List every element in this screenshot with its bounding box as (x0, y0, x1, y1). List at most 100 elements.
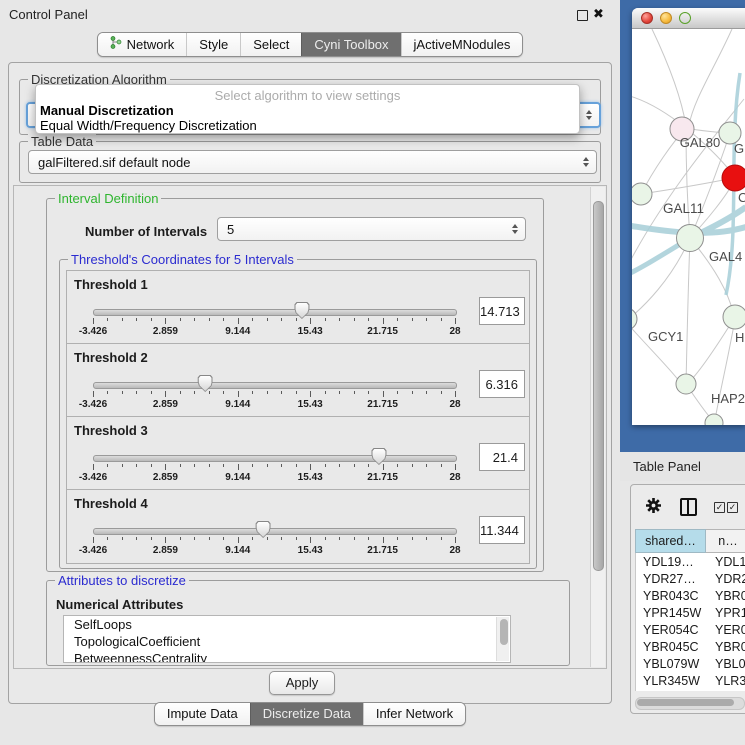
tab-label: Network (127, 37, 175, 52)
cell-shared-name[interactable]: YBR045C (636, 640, 709, 654)
float-window-icon[interactable] (577, 10, 588, 21)
dropdown-option-equal-width-frequency[interactable]: Equal Width/Frequency Discretization (40, 118, 257, 133)
slider-track[interactable] (93, 528, 457, 535)
tab-label: Style (199, 37, 228, 52)
network-window-titlebar[interactable] (632, 8, 745, 29)
slider-track[interactable] (93, 382, 457, 389)
node-gal11[interactable] (632, 183, 652, 205)
cell-name[interactable]: YBR0… (709, 640, 745, 654)
tab-network[interactable]: Network (98, 33, 187, 56)
tab-infer-network[interactable]: Infer Network (363, 703, 465, 725)
checkbox-icon[interactable]: ✓ (714, 502, 725, 513)
cell-shared-name[interactable]: YLR345W (636, 674, 709, 688)
table-data-combobox[interactable]: galFiltered.sif default node (28, 150, 597, 174)
slider-thumb[interactable] (256, 521, 271, 538)
scrollbar-thumb[interactable] (593, 201, 604, 571)
tab-label: Cyni Toolbox (314, 37, 388, 52)
threshold-value-field[interactable]: 6.316 (479, 370, 525, 398)
cell-shared-name[interactable]: YIL052C (636, 691, 709, 692)
node-label: GCY1 (648, 329, 683, 344)
table-row[interactable]: YLR345WYLR3… (636, 672, 745, 689)
cell-name[interactable]: YER0… (709, 623, 745, 637)
cell-shared-name[interactable]: YDR27… (636, 572, 709, 586)
node-hap2[interactable] (676, 374, 696, 394)
table-data-group: Table Data galFiltered.sif default node (19, 141, 601, 183)
table-row[interactable]: YER054CYER0… (636, 621, 745, 638)
cell-shared-name[interactable]: YBR043C (636, 589, 709, 603)
scrollbar-thumb[interactable] (637, 699, 734, 706)
table-row[interactable]: YBR043CYBR0… (636, 587, 745, 604)
threshold-value-field[interactable]: 21.4 (479, 443, 525, 471)
attributes-group: Attributes to discretize Numerical Attri… (46, 580, 570, 666)
gear-icon[interactable] (645, 497, 662, 517)
node-red[interactable] (722, 165, 745, 191)
node-gcy1[interactable] (632, 308, 637, 330)
attribute-list-item[interactable]: SelfLoops (64, 616, 510, 633)
scrollbar-thumb[interactable] (500, 619, 508, 645)
network-graph-icon (110, 36, 122, 52)
cell-name[interactable]: YDL1… (709, 555, 745, 569)
node-label: C (738, 190, 745, 205)
group-label: Interval Definition (55, 191, 161, 206)
node-h[interactable] (723, 305, 745, 329)
zoom-traffic-light-icon[interactable] (679, 12, 691, 24)
cell-name[interactable]: YLR3… (709, 674, 745, 688)
slider-tick-labels: -3.4262.8599.14415.4321.71528 (93, 472, 455, 484)
combo-stepper-icon (586, 110, 592, 120)
table-row[interactable]: YIL052CYIL0… (636, 689, 745, 691)
node-partial[interactable] (705, 414, 723, 425)
column-header-name[interactable]: n… (706, 529, 745, 553)
cell-shared-name[interactable]: YBL079W (636, 657, 709, 671)
slider-track[interactable] (93, 309, 457, 316)
tab-discretize-data[interactable]: Discretize Data (250, 703, 363, 725)
number-of-intervals-combobox[interactable]: 5 (217, 217, 526, 241)
tab-select[interactable]: Select (240, 33, 301, 56)
apply-button[interactable]: Apply (269, 671, 335, 695)
numerical-attributes-list[interactable]: SelfLoopsTopologicalCoefficientBetweenne… (63, 615, 511, 663)
cell-shared-name[interactable]: YER054C (636, 623, 709, 637)
combo-stepper-icon (583, 157, 589, 167)
attribute-list-item[interactable]: TopologicalCoefficient (64, 633, 510, 650)
threshold-value-field[interactable]: 14.713 (479, 297, 525, 325)
node-label: G (734, 141, 744, 156)
cell-name[interactable]: YBL0… (709, 657, 745, 671)
thresholds-container: Threshold 1 -3.4262.8599.14415.4321.7152… (66, 270, 530, 564)
tab-jactivemnodules[interactable]: jActiveMNodules (401, 33, 523, 56)
cell-shared-name[interactable]: YDL19… (636, 555, 709, 569)
table-row[interactable]: YPR145WYPR1… (636, 604, 745, 621)
table-row[interactable]: YBR045CYBR0… (636, 638, 745, 655)
dropdown-hint: Select algorithm to view settings (36, 88, 579, 103)
close-icon[interactable]: ✖ (593, 6, 604, 22)
cell-name[interactable]: YDR2… (709, 572, 745, 586)
close-traffic-light-icon[interactable] (641, 12, 653, 24)
minimize-traffic-light-icon[interactable] (660, 12, 672, 24)
cell-name[interactable]: YPR1… (709, 606, 745, 620)
slider-thumb[interactable] (198, 375, 213, 392)
node-label: HAP2 (711, 391, 745, 406)
split-columns-icon[interactable] (680, 498, 697, 516)
vertical-scrollbar[interactable] (590, 187, 605, 667)
table-row[interactable]: YDL19…YDL1… (636, 553, 745, 570)
slider-track[interactable] (93, 455, 457, 462)
attribute-list-item[interactable]: BetweennessCentrality (64, 650, 510, 663)
number-of-intervals-value: 5 (227, 222, 234, 237)
node-gal4[interactable] (677, 225, 704, 252)
cell-name[interactable]: YBR0… (709, 589, 745, 603)
list-scrollbar[interactable] (496, 617, 509, 661)
cell-name[interactable]: YIL0… (709, 691, 745, 692)
tab-impute-data[interactable]: Impute Data (155, 703, 250, 725)
tab-cyni-toolbox[interactable]: Cyni Toolbox (301, 33, 400, 56)
slider-thumb[interactable] (294, 302, 309, 319)
horizontal-scrollbar[interactable] (635, 697, 745, 710)
table-row[interactable]: YBL079WYBL0… (636, 655, 745, 672)
threshold-value-field[interactable]: 11.344 (479, 516, 525, 544)
dropdown-option-manual-discretization[interactable]: Manual Discretization (40, 103, 174, 118)
column-header-shared-name[interactable]: shared… (635, 529, 706, 553)
table-row[interactable]: YDR27…YDR2… (636, 570, 745, 587)
checkbox-icon[interactable]: ✓ (727, 502, 738, 513)
tab-style[interactable]: Style (186, 33, 240, 56)
cell-shared-name[interactable]: YPR145W (636, 606, 709, 620)
settings-scrollpane: Interval Definition Number of Intervals … (13, 185, 607, 669)
slider-thumb[interactable] (371, 448, 386, 465)
network-canvas[interactable]: GAL80 G C GAL11 GAL4 GCY1 H HAP2 (632, 29, 745, 425)
